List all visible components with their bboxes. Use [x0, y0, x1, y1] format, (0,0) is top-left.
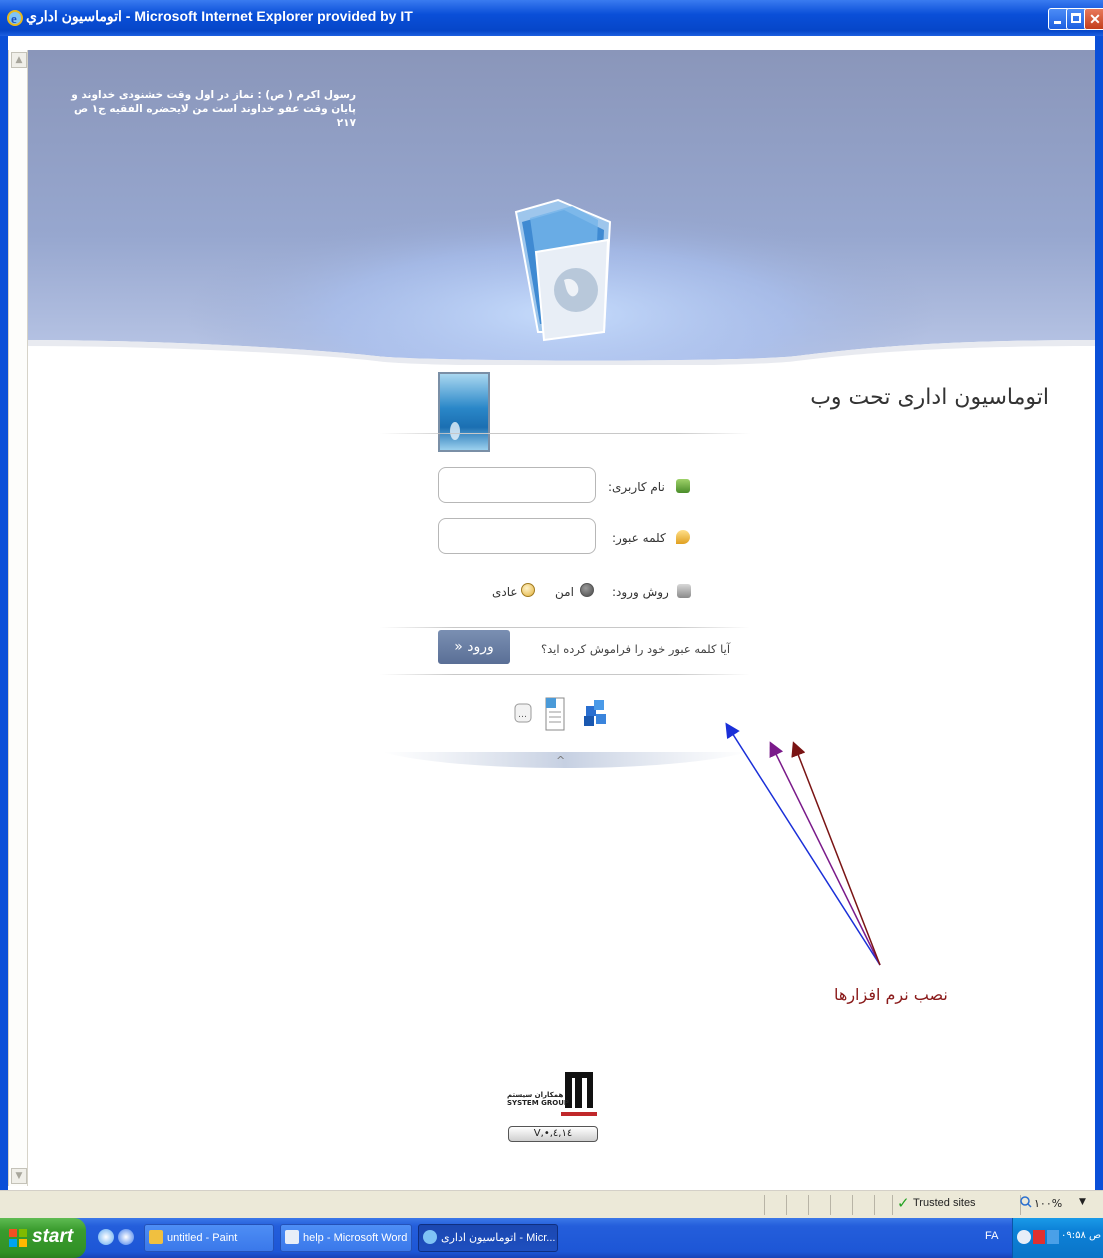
- task-ie[interactable]: اتوماسیون اداری - Micr...: [418, 1224, 558, 1252]
- task-label: اتوماسیون اداری - Micr...: [441, 1232, 556, 1244]
- app-logo: [438, 372, 490, 452]
- enter-button[interactable]: ورود «: [438, 630, 510, 664]
- folder-globe-icon: [514, 198, 612, 342]
- separator: [380, 433, 750, 434]
- tray-antivirus-icon[interactable]: [1033, 1230, 1045, 1244]
- logo-drop: [450, 422, 460, 440]
- svg-text:…: …: [518, 710, 527, 720]
- quick-launch-desktop-icon[interactable]: [118, 1229, 134, 1245]
- lock-icon: [677, 584, 691, 598]
- scroll-down-icon[interactable]: ▼: [11, 1168, 27, 1184]
- zoom-icon: [1020, 1196, 1032, 1208]
- close-icon: ✕: [1089, 11, 1101, 27]
- start-label: start: [32, 1226, 74, 1247]
- company-name-en: SYSTEM GROUP: [507, 1099, 570, 1107]
- task-label: untitled - Paint: [167, 1232, 238, 1244]
- key-icon: [676, 530, 690, 544]
- company-name: همکاران سیستم SYSTEM GROUP: [507, 1091, 569, 1107]
- security-zone[interactable]: Trusted sites: [913, 1197, 976, 1209]
- windows-logo-icon: [9, 1229, 27, 1247]
- separator: [380, 627, 750, 628]
- status-divider: [764, 1195, 765, 1215]
- task-paint[interactable]: untitled - Paint: [144, 1224, 274, 1252]
- normal-radio[interactable]: [521, 583, 535, 597]
- vertical-scrollbar[interactable]: ▲ ▼: [8, 50, 28, 1186]
- quick-launch-ie-icon[interactable]: [98, 1229, 114, 1245]
- window-title: اتوماسيون اداري - Microsoft Internet Exp…: [26, 8, 413, 24]
- paint-icon: [149, 1230, 163, 1244]
- install-package-icon[interactable]: [580, 696, 610, 730]
- app-title: اتوماسیون اداری تحت وب: [810, 385, 1049, 410]
- close-button[interactable]: ✕: [1084, 8, 1103, 30]
- svg-text:e: e: [11, 11, 17, 26]
- system-tray: ص ۰۹:۵۸: [1012, 1218, 1103, 1258]
- password-label: کلمه عبور:: [612, 531, 666, 545]
- login-method-label: روش ورود:: [612, 585, 669, 599]
- user-icon: [676, 479, 690, 493]
- secure-radio[interactable]: [580, 583, 594, 597]
- collapse-caret[interactable]: ^: [556, 754, 565, 767]
- quote-line-1: رسول اكرم ( ص) : نماز در اول وقت خشنودی …: [71, 89, 356, 101]
- window-frame-left: [0, 36, 8, 1190]
- normal-option-label: عادی: [492, 585, 518, 599]
- language-indicator[interactable]: FA: [985, 1230, 998, 1242]
- username-label: نام کاربری:: [608, 480, 665, 494]
- clock[interactable]: ص ۰۹:۵۸: [1061, 1230, 1101, 1241]
- status-divider: [852, 1195, 853, 1215]
- status-divider: [808, 1195, 809, 1215]
- tray-expand-icon[interactable]: [1017, 1230, 1031, 1244]
- window-title-bar[interactable]: e اتوماسيون اداري - Microsoft Internet E…: [0, 0, 1103, 36]
- document-tool-icon[interactable]: [543, 694, 567, 734]
- username-input[interactable]: [438, 467, 596, 503]
- zoom-dropdown-icon[interactable]: ▼: [1079, 1197, 1086, 1207]
- word-icon: [285, 1230, 299, 1244]
- ie-task-icon: [423, 1230, 437, 1244]
- status-divider: [874, 1195, 875, 1215]
- more-tools-icon[interactable]: …: [514, 702, 532, 724]
- trusted-check-icon: ✓: [897, 1194, 910, 1212]
- password-input[interactable]: [438, 518, 596, 554]
- task-word[interactable]: help - Microsoft Word: [280, 1224, 412, 1252]
- secure-option-label: امن: [555, 585, 574, 599]
- scroll-up-icon[interactable]: ▲: [11, 52, 27, 68]
- tray-network-icon[interactable]: [1047, 1230, 1059, 1244]
- status-divider: [786, 1195, 787, 1215]
- forgot-password-link[interactable]: آیا کلمه عبور خود را فراموش کرده اید؟: [541, 642, 730, 656]
- annotation-label: نصب نرم افزارها: [834, 985, 948, 1004]
- quote-line-2: پایان وقت عفو خداوند است من لایحضره الفق…: [73, 103, 356, 129]
- internet-explorer-icon: e: [7, 10, 23, 26]
- status-divider: [892, 1195, 893, 1215]
- hadith-quote: رسول اكرم ( ص) : نماز در اول وقت خشنودی …: [56, 88, 356, 130]
- start-button[interactable]: start: [0, 1218, 86, 1258]
- company-name-fa: همکاران سیستم: [507, 1091, 564, 1099]
- zoom-level[interactable]: ١٠٠%: [1034, 1197, 1062, 1210]
- window-frame-right: [1095, 36, 1103, 1190]
- task-label: help - Microsoft Word: [303, 1232, 408, 1244]
- version-badge: V,•,٤,١٤: [508, 1126, 598, 1142]
- separator: [380, 674, 750, 675]
- status-divider: [830, 1195, 831, 1215]
